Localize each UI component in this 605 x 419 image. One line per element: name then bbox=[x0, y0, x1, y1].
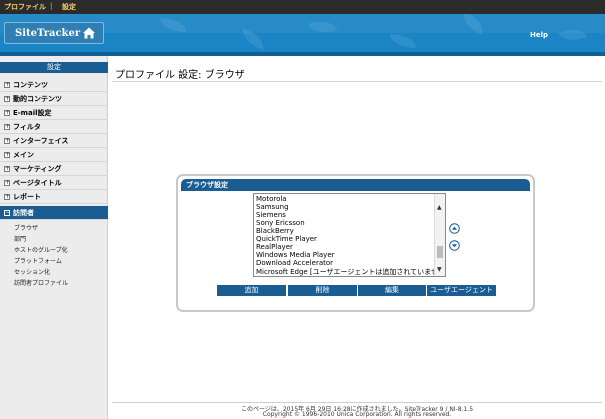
sidebar-item-label: ページタイトル bbox=[13, 179, 62, 187]
delete-button[interactable]: 削除 bbox=[288, 285, 357, 296]
list-item[interactable]: Microsoft Edge [ユーザエージェントは追加されていません] bbox=[256, 267, 445, 276]
sitetracker-logo[interactable]: SiteTracker bbox=[4, 22, 104, 44]
sidebar-item-marketing[interactable]: + マーケティング bbox=[0, 162, 108, 176]
arrow-up-circle-icon[interactable] bbox=[449, 223, 460, 234]
list-item[interactable]: Sony Ericsson bbox=[256, 219, 305, 227]
footer-divider bbox=[112, 402, 602, 403]
profile-link[interactable]: プロファイル bbox=[4, 2, 46, 12]
logo-text: SiteTracker bbox=[15, 28, 81, 39]
sidebar-item-label: メイン bbox=[13, 151, 34, 159]
sidebar-subitem-department[interactable]: 部門 bbox=[14, 234, 26, 243]
scroll-up-icon[interactable]: ▲ bbox=[437, 204, 442, 211]
expand-icon[interactable]: + bbox=[4, 110, 10, 116]
sidebar-item-content[interactable]: + コンテンツ bbox=[0, 78, 108, 92]
list-item[interactable]: RealPlayer bbox=[256, 243, 293, 251]
title-divider bbox=[112, 81, 602, 82]
sidebar-item-interface[interactable]: + インターフェイス bbox=[0, 134, 108, 148]
sidebar-subitem-visitor-profile[interactable]: 訪問者プロファイル bbox=[14, 278, 68, 287]
user-agent-button[interactable]: ユーザエージェント bbox=[427, 285, 496, 296]
scroll-down-icon[interactable]: ▼ bbox=[437, 266, 442, 273]
sidebar-item-email-settings[interactable]: + E-mail設定 bbox=[0, 106, 108, 120]
sidebar-item-report[interactable]: + レポート bbox=[0, 190, 108, 204]
footer-copyright: Copyright © 1996-2010 Unica Corporation.… bbox=[262, 411, 452, 418]
list-item[interactable]: Windows Media Player bbox=[256, 251, 335, 259]
list-item[interactable]: QuickTime Player bbox=[256, 235, 317, 243]
list-item[interactable]: Download Accelerator bbox=[256, 259, 333, 267]
expand-icon[interactable]: + bbox=[4, 180, 10, 186]
sidebar-item-label: インターフェイス bbox=[13, 137, 69, 145]
sidebar-item-label: レポート bbox=[13, 193, 41, 201]
sidebar-subitem-browser[interactable]: ブラウザ bbox=[14, 223, 38, 232]
expand-icon[interactable]: + bbox=[4, 152, 10, 158]
sidebar-item-filter[interactable]: + フィルタ bbox=[0, 120, 108, 134]
browser-list[interactable]: Motorola Samsung Siemens Sony Ericsson B… bbox=[253, 193, 446, 277]
expand-icon[interactable]: + bbox=[4, 166, 10, 172]
add-button[interactable]: 追加 bbox=[217, 285, 286, 296]
collapse-icon[interactable]: − bbox=[4, 210, 10, 216]
top-navigation: プロファイル | 設定 bbox=[0, 0, 605, 14]
home-icon bbox=[83, 27, 95, 39]
settings-link[interactable]: 設定 bbox=[62, 2, 76, 12]
panel-title: ブラウザ設定 bbox=[181, 179, 530, 191]
expand-icon[interactable]: + bbox=[4, 82, 10, 88]
arrow-down-circle-icon[interactable] bbox=[449, 240, 460, 251]
nav-separator: | bbox=[50, 2, 53, 10]
sidebar-item-label: マーケティング bbox=[13, 165, 62, 173]
sidebar-item-dynamic-content[interactable]: + 動的コンテンツ bbox=[0, 92, 108, 106]
list-item[interactable]: Motorola bbox=[256, 195, 287, 203]
sidebar-item-main[interactable]: + メイン bbox=[0, 148, 108, 162]
list-item[interactable]: BlackBerry bbox=[256, 227, 294, 235]
sidebar-item-page-title[interactable]: + ページタイトル bbox=[0, 176, 108, 190]
sidebar-subitem-platform[interactable]: プラットフォーム bbox=[14, 256, 62, 265]
expand-icon[interactable]: + bbox=[4, 138, 10, 144]
sidebar-subitem-sessionization[interactable]: セッション化 bbox=[14, 267, 50, 276]
expand-icon[interactable]: + bbox=[4, 124, 10, 130]
app-header: SiteTracker Help bbox=[0, 14, 605, 52]
scroll-thumb[interactable] bbox=[437, 246, 443, 258]
sidebar-subitem-host-grouping[interactable]: ホストのグループ化 bbox=[14, 245, 68, 254]
list-item[interactable]: Samsung bbox=[256, 203, 289, 211]
help-link[interactable]: Help bbox=[530, 31, 548, 39]
sidebar-item-visitors[interactable]: − 訪問者 bbox=[0, 206, 108, 220]
sidebar-title: 設定 bbox=[0, 62, 108, 73]
sidebar-item-label: 訪問者 bbox=[13, 209, 34, 217]
list-item[interactable]: Siemens bbox=[256, 211, 286, 219]
sidebar: 設定 + コンテンツ + 動的コンテンツ + E-mail設定 + フィルタ +… bbox=[0, 56, 108, 419]
sidebar-item-label: コンテンツ bbox=[13, 81, 48, 89]
sidebar-item-label: フィルタ bbox=[13, 123, 41, 131]
list-scrollbar[interactable]: ▲ ▼ bbox=[434, 194, 445, 276]
expand-icon[interactable]: + bbox=[4, 194, 10, 200]
page-title: プロファイル 設定: ブラウザ bbox=[115, 70, 245, 81]
edit-button[interactable]: 編集 bbox=[358, 285, 426, 296]
sidebar-item-label: E-mail設定 bbox=[13, 109, 52, 117]
sidebar-item-label: 動的コンテンツ bbox=[13, 95, 62, 103]
expand-icon[interactable]: + bbox=[4, 96, 10, 102]
